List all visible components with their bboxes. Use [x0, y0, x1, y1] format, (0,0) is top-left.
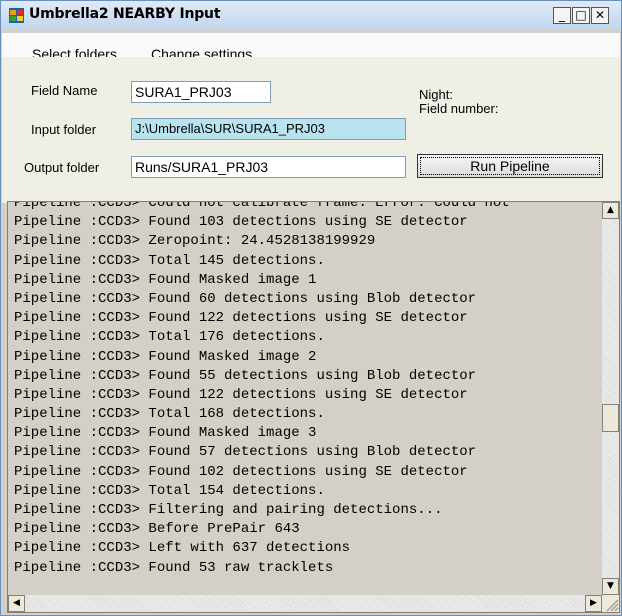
- resize-grip-icon[interactable]: [602, 595, 619, 612]
- app-window: Umbrella2 NEARBY Input _ □ ✕ Select fold…: [0, 0, 622, 616]
- log-line: Pipeline :CCD3> Found 53 raw tracklets: [14, 559, 334, 576]
- scroll-right-icon[interactable]: ▶: [585, 595, 602, 612]
- scroll-left-icon[interactable]: ◀: [8, 595, 25, 612]
- log-line: Pipeline :CCD3> Total 168 detections.: [14, 406, 325, 423]
- log-line: Pipeline :CCD3> Found Masked image 2: [14, 348, 317, 365]
- log-line: Pipeline :CCD3> Found 55 detections usin…: [14, 367, 477, 384]
- close-button[interactable]: ✕: [591, 7, 609, 24]
- log-line: Pipeline :CCD3> Found Masked image 1: [14, 271, 317, 288]
- scroll-down-icon[interactable]: ▼: [602, 578, 619, 595]
- window-title: Umbrella2 NEARBY Input: [29, 6, 221, 22]
- horizontal-scrollbar[interactable]: ◀ ▶: [8, 595, 602, 612]
- scroll-up-icon[interactable]: ▲: [602, 202, 619, 219]
- field-number-label: Field number:: [419, 101, 499, 116]
- input-folder-label: Input folder: [31, 122, 97, 137]
- vertical-scroll-thumb[interactable]: [602, 404, 619, 432]
- log-line: Pipeline :CCD3> Zeropoint: 24.4528138199…: [14, 233, 376, 250]
- output-folder-input[interactable]: Runs/SURA1_PRJ03: [131, 156, 406, 178]
- log-line: Pipeline :CCD3> Total 145 detections.: [14, 252, 325, 269]
- log-line: Pipeline :CCD3> Found 60 detections usin…: [14, 290, 477, 307]
- field-name-label: Field Name: [31, 83, 98, 98]
- app-icon: [9, 8, 24, 23]
- title-bar[interactable]: Umbrella2 NEARBY Input _ □ ✕: [1, 1, 621, 29]
- run-pipeline-button[interactable]: Run Pipeline: [417, 154, 603, 178]
- log-line: Pipeline :CCD3> Found 103 detections usi…: [14, 214, 468, 231]
- output-folder-label: Output folder: [24, 160, 100, 175]
- log-line: Pipeline :CCD3> Left with 637 detections: [14, 540, 351, 557]
- log-lines: Pipeline :CCD3> Could not calibrate fram…: [14, 201, 594, 578]
- log-line: Pipeline :CCD3> Found Masked image 3: [14, 425, 317, 442]
- night-label: Night:: [419, 87, 453, 102]
- log-line: Pipeline :CCD3> Total 176 detections.: [14, 329, 325, 346]
- vertical-scrollbar[interactable]: ▲ ▼: [602, 202, 619, 595]
- log-line: Pipeline :CCD3> Before PrePair 643: [14, 521, 300, 538]
- log-line: Pipeline :CCD3> Total 154 detections.: [14, 482, 325, 499]
- field-name-input[interactable]: SURA1_PRJ03: [131, 81, 271, 103]
- log-textbox[interactable]: Pipeline :CCD3> Could not calibrate fram…: [7, 201, 620, 613]
- maximize-button[interactable]: □: [572, 7, 590, 24]
- log-line: Pipeline :CCD3> Found 122 detections usi…: [14, 310, 468, 327]
- log-line: Pipeline :CCD3> Found 102 detections usi…: [14, 463, 468, 480]
- log-line: Pipeline :CCD3> Filtering and pairing de…: [14, 502, 443, 518]
- log-line: Pipeline :CCD3> Found 122 detections usi…: [14, 386, 468, 403]
- focus-rectangle: [420, 157, 600, 175]
- log-line: Pipeline :CCD3> Could not calibrate fram…: [14, 201, 510, 211]
- input-folder-input[interactable]: J:\Umbrella\SUR\SURA1_PRJ03: [131, 118, 406, 140]
- minimize-button[interactable]: _: [553, 7, 571, 24]
- log-line: Pipeline :CCD3> Found 57 detections usin…: [14, 444, 477, 461]
